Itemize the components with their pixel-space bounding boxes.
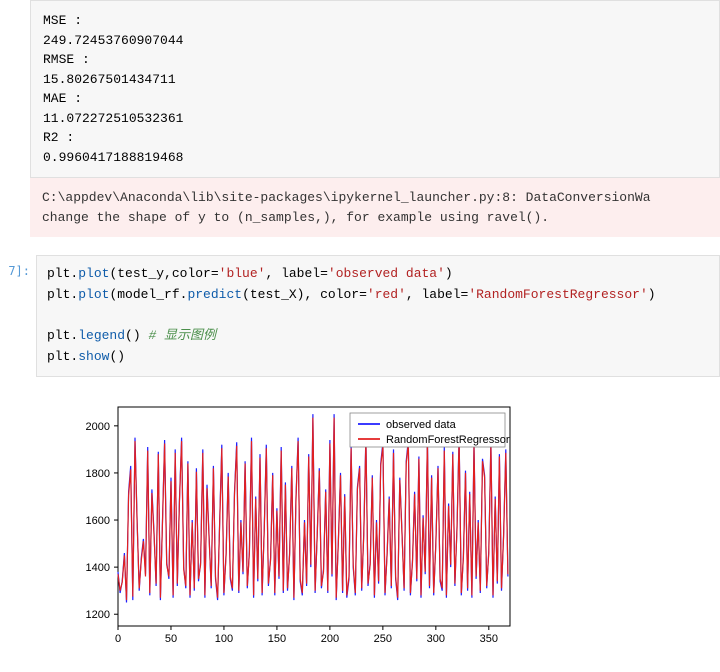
line-chart: 1200 1400 1600 1800 2000 0 50 100 150 200 250 300 35… bbox=[70, 395, 520, 650]
rmse-label: RMSE : bbox=[43, 52, 90, 67]
svg-text:2000: 2000 bbox=[86, 421, 110, 433]
code-cell-container: 7]: plt.plot(test_y,color='blue', label=… bbox=[0, 255, 720, 377]
svg-text:RandomForestRegressor: RandomForestRegressor bbox=[386, 434, 510, 446]
svg-text:observed data: observed data bbox=[386, 419, 457, 431]
svg-text:1800: 1800 bbox=[86, 468, 110, 480]
svg-text:1200: 1200 bbox=[86, 609, 110, 621]
svg-text:300: 300 bbox=[427, 633, 445, 645]
svg-text:0: 0 bbox=[115, 633, 121, 645]
r2-label: R2 : bbox=[43, 130, 74, 145]
svg-text:1600: 1600 bbox=[86, 515, 110, 527]
chart-output: 1200 1400 1600 1800 2000 0 50 100 150 200 250 300 35… bbox=[70, 395, 720, 650]
svg-text:250: 250 bbox=[374, 633, 392, 645]
svg-text:1400: 1400 bbox=[86, 562, 110, 574]
mse-label: MSE : bbox=[43, 13, 82, 28]
mse-value: 249.72453760907044 bbox=[43, 33, 183, 48]
svg-text:350: 350 bbox=[480, 633, 498, 645]
output-metrics: MSE : 249.72453760907044 RMSE : 15.80267… bbox=[30, 0, 720, 178]
warning-line1: C:\appdev\Anaconda\lib\site-packages\ipy… bbox=[42, 190, 651, 205]
code-cell[interactable]: plt.plot(test_y,color='blue', label='obs… bbox=[36, 255, 720, 377]
svg-text:100: 100 bbox=[215, 633, 233, 645]
svg-text:150: 150 bbox=[268, 633, 286, 645]
svg-text:50: 50 bbox=[165, 633, 177, 645]
r2-value: 0.9960417188819468 bbox=[43, 150, 183, 165]
warning-line2: change the shape of y to (n_samples,), f… bbox=[42, 210, 549, 225]
warning-output: C:\appdev\Anaconda\lib\site-packages\ipy… bbox=[30, 178, 720, 237]
cell-prompt: 7]: bbox=[0, 255, 36, 377]
mae-label: MAE : bbox=[43, 91, 82, 106]
svg-text:200: 200 bbox=[321, 633, 339, 645]
rmse-value: 15.80267501434711 bbox=[43, 72, 176, 87]
mae-value: 11.072272510532361 bbox=[43, 111, 183, 126]
